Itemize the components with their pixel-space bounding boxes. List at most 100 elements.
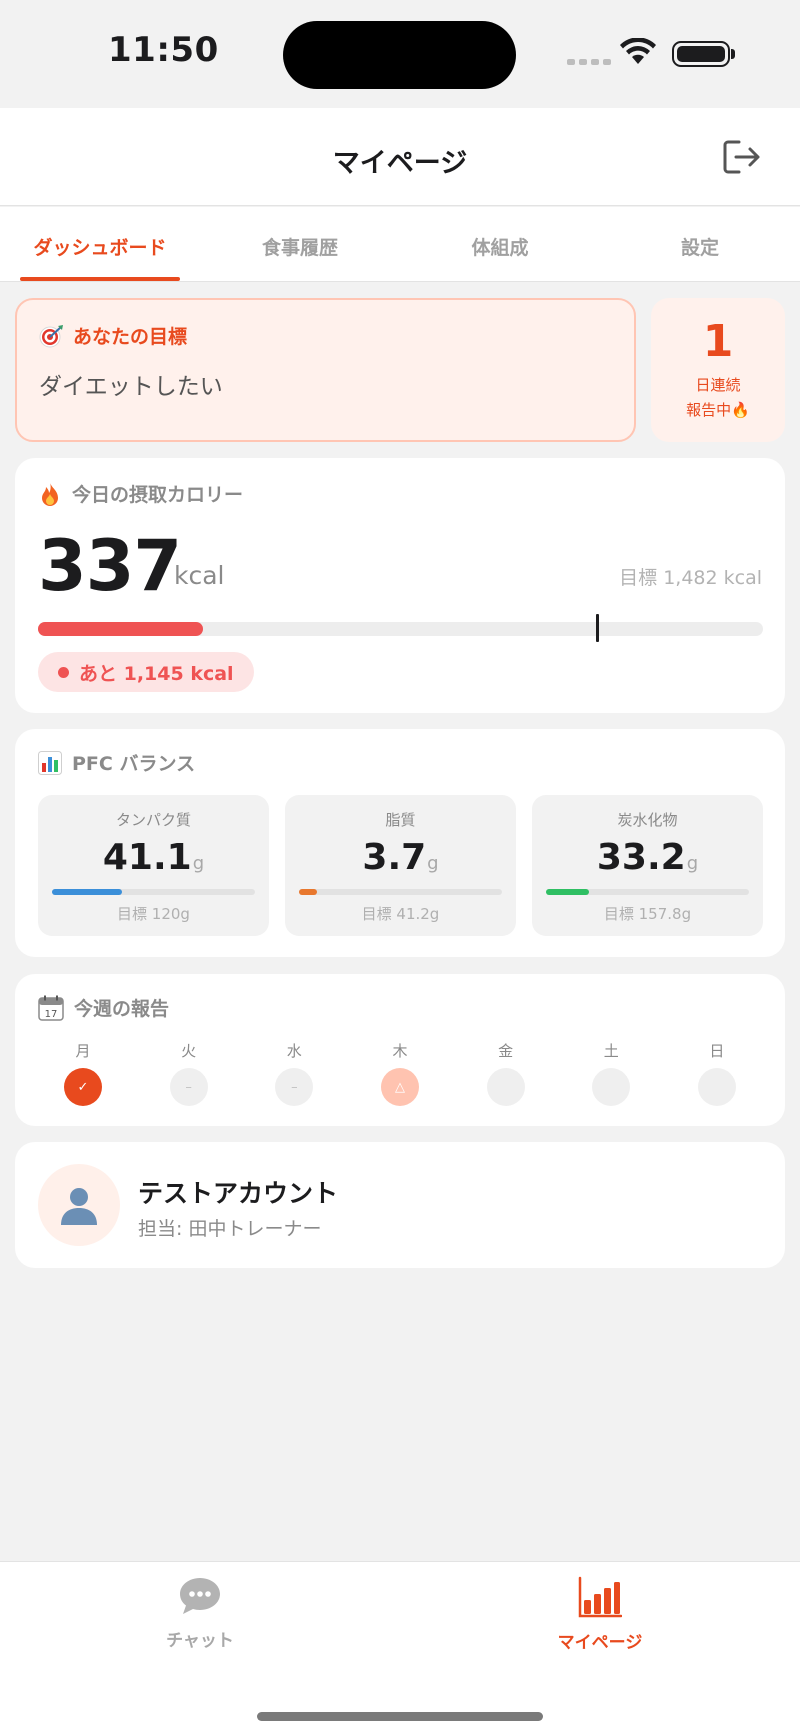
weekday-row: 月 ✓ 火 – 水 – 木 △ 金 土 日	[38, 1040, 762, 1106]
day-saturday: 土	[592, 1040, 631, 1106]
cellular-signal-icon	[567, 59, 611, 65]
pfc-unit: g	[192, 853, 205, 874]
day-name: 日	[709, 1042, 725, 1060]
day-name: 金	[498, 1042, 514, 1060]
battery-icon	[672, 41, 730, 67]
day-name: 木	[392, 1042, 408, 1060]
day-thursday: 木 △	[380, 1040, 419, 1106]
bottom-nav: チャット マイページ	[0, 1561, 800, 1734]
streak-card: 1 日連続 報告中🔥	[651, 298, 785, 442]
calorie-label: 今日の摂取カロリー	[72, 484, 244, 506]
streak-label-reporting: 報告中🔥	[686, 401, 750, 419]
person-icon	[61, 1188, 97, 1225]
battery-tip	[731, 49, 735, 59]
calorie-unit: kcal	[174, 561, 225, 590]
avatar	[38, 1164, 120, 1246]
day-name: 月	[75, 1042, 91, 1060]
pfc-label: PFC バランス	[72, 753, 196, 775]
calorie-card: 今日の摂取カロリー 337 kcal 目標 1,482 kcal あと 1,14…	[15, 458, 785, 713]
nav-chat-label: チャット	[166, 1631, 234, 1651]
nav-chat[interactable]: チャット	[100, 1576, 300, 1651]
calorie-target: 目標 1,482 kcal	[619, 567, 762, 589]
pfc-target: 目標 120g	[117, 905, 190, 923]
tab-dashboard[interactable]: ダッシュボード	[0, 207, 200, 281]
day-wednesday: 水 –	[275, 1040, 314, 1106]
page-title: マイページ	[332, 148, 468, 179]
pfc-value: 33.2	[596, 837, 686, 878]
bar-chart-icon	[578, 1576, 623, 1618]
profile-name: テストアカウント	[138, 1179, 339, 1208]
pfc-value: 3.7	[362, 837, 427, 878]
weekly-report-card: 17 今週の報告 月 ✓ 火 – 水 – 木 △ 金 土 日	[15, 974, 785, 1126]
pfc-grid: タンパク質 41.1g 目標 120g 脂質 3.7g 目標 41.2g 炭水化…	[38, 795, 763, 936]
day-name: 火	[181, 1042, 197, 1060]
day-name: 水	[286, 1042, 302, 1060]
calorie-goal-marker	[596, 614, 600, 642]
profile-card[interactable]: テストアカウント 担当: 田中トレーナー	[15, 1142, 785, 1268]
pfc-name: タンパク質	[115, 811, 191, 829]
dynamic-island	[283, 21, 516, 89]
status-time: 11:50	[108, 30, 219, 70]
fire-icon	[42, 481, 58, 506]
profile-trainer: 担当: 田中トレーナー	[138, 1218, 322, 1240]
tab-meal-history[interactable]: 食事履歴	[200, 207, 400, 281]
day-status-dot: ✓	[64, 1068, 102, 1106]
chat-bubble-icon	[180, 1578, 220, 1614]
goal-card: あなたの目標 ダイエットしたい	[15, 298, 636, 442]
pfc-bar	[52, 889, 255, 895]
day-status-dot	[592, 1068, 631, 1106]
pfc-value: 41.1	[102, 837, 192, 878]
pfc-fat: 脂質 3.7g 目標 41.2g	[285, 795, 516, 936]
pfc-protein: タンパク質 41.1g 目標 120g	[38, 795, 269, 936]
screen: 11:50 マイページ ダッシュボード 食事履歴 体組成 設定 あなたの目標 ダ…	[0, 0, 800, 1734]
pfc-unit: g	[427, 853, 439, 874]
weekly-label: 今週の報告	[74, 998, 170, 1020]
pfc-target: 目標 157.8g	[603, 905, 692, 923]
nav-mypage-label: マイページ	[557, 1633, 643, 1653]
goal-label: あなたの目標	[73, 326, 188, 348]
pfc-target: 目標 41.2g	[361, 905, 440, 923]
calendar-icon: 17	[38, 995, 64, 1021]
header: マイページ	[0, 108, 800, 206]
pfc-name: 炭水化物	[617, 811, 678, 829]
pfc-card: PFC バランス タンパク質 41.1g 目標 120g 脂質 3.7g 目標 …	[15, 729, 785, 957]
day-monday: 月 ✓	[64, 1040, 102, 1106]
pfc-carbs: 炭水化物 33.2g 目標 157.8g	[532, 795, 763, 936]
calorie-value: 337	[38, 525, 182, 607]
tab-body-composition[interactable]: 体組成	[400, 207, 600, 281]
calorie-remaining-text: あと 1,145 kcal	[79, 662, 234, 685]
day-status-dot	[697, 1068, 736, 1106]
pfc-unit: g	[686, 853, 699, 874]
calorie-progress-fill	[38, 622, 203, 636]
streak-label-days: 日連続	[695, 376, 741, 394]
logout-icon[interactable]	[722, 138, 762, 176]
tab-bar: ダッシュボード 食事履歴 体組成 設定	[0, 207, 800, 282]
tab-settings[interactable]: 設定	[600, 207, 800, 281]
pfc-bar	[546, 889, 749, 895]
wifi-icon	[620, 38, 656, 64]
calorie-progress-bar	[38, 614, 763, 642]
day-tuesday: 火 –	[169, 1040, 208, 1106]
pfc-bar-fill	[299, 889, 318, 895]
day-status-dot: –	[275, 1068, 314, 1106]
nav-mypage[interactable]: マイページ	[500, 1576, 700, 1653]
day-sunday: 日	[697, 1040, 736, 1106]
home-indicator	[257, 1712, 543, 1721]
bar-chart-icon	[38, 750, 62, 775]
pfc-bar-fill	[52, 889, 122, 895]
day-status-dot: △	[380, 1068, 419, 1106]
pfc-bar-fill	[546, 889, 589, 895]
day-status-dot: –	[169, 1068, 208, 1106]
remaining-dot-icon	[58, 666, 69, 678]
goal-text: ダイエットしたい	[39, 374, 223, 400]
target-icon	[39, 324, 63, 347]
status-bar: 11:50	[0, 0, 800, 108]
calorie-remaining-badge: あと 1,145 kcal	[38, 652, 254, 692]
svg-text:17: 17	[45, 1009, 58, 1020]
streak-count: 1	[702, 316, 734, 367]
pfc-bar	[299, 889, 502, 895]
day-friday: 金	[486, 1040, 525, 1106]
pfc-name: 脂質	[385, 811, 416, 829]
day-name: 土	[603, 1042, 619, 1060]
day-status-dot	[486, 1068, 525, 1106]
